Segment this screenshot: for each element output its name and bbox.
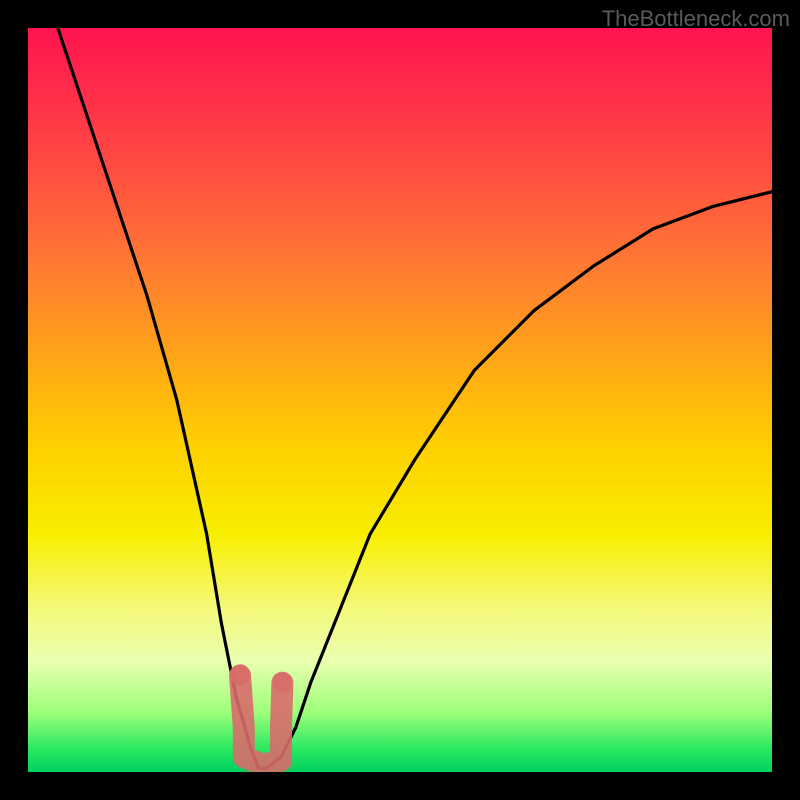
watermark-text: TheBottleneck.com <box>602 6 790 32</box>
optimal-zone-highlight <box>28 28 772 772</box>
chart-plot-area <box>28 28 772 772</box>
